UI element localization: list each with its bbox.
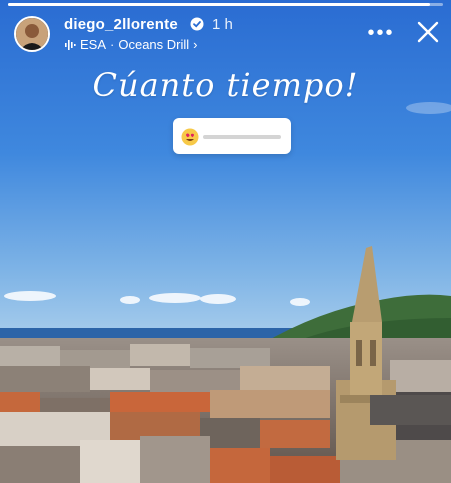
story-progress-fill (8, 3, 430, 6)
slider-track[interactable] (203, 135, 281, 139)
more-options-button[interactable]: ••• (366, 18, 396, 48)
story-progress-bar (8, 3, 443, 6)
story-title-text: Cúanto tiempo! (92, 66, 359, 104)
story-header: diego_2llorente 1 h ESA · Oceans Drill ›… (0, 10, 451, 58)
music-separator: · (110, 37, 115, 52)
audio-wave-icon (65, 39, 76, 50)
music-attribution[interactable]: ESA · Oceans Drill › (64, 37, 198, 52)
close-icon[interactable] (412, 16, 444, 48)
avatar[interactable] (14, 16, 50, 52)
post-time: 1 h (212, 16, 233, 33)
music-track: Oceans Drill (118, 37, 190, 52)
chevron-right-icon: › (193, 37, 198, 52)
verified-badge-icon (190, 17, 204, 31)
emoji-slider-sticker[interactable] (173, 118, 291, 154)
avatar-photo-icon (16, 18, 48, 50)
music-artist: ESA (80, 37, 107, 52)
heart-eyes-emoji-icon[interactable] (181, 128, 199, 146)
username-link[interactable]: diego_2llorente (64, 16, 178, 33)
